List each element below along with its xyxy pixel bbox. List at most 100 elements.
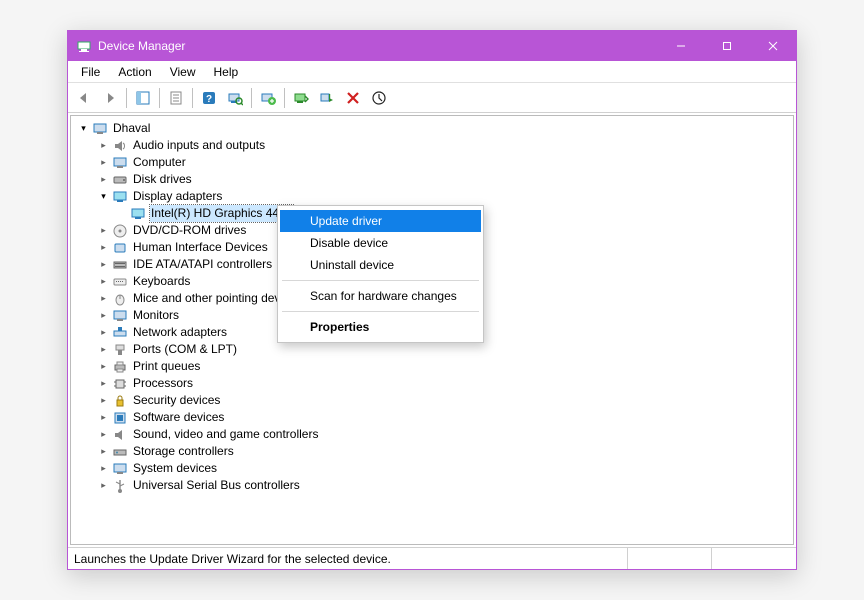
chevron-right-icon[interactable]: ▸ [97,326,110,339]
tree-item[interactable]: ▸ Security devices [73,392,791,409]
help-button[interactable]: ? [197,86,221,110]
tree-label: Monitors [132,307,180,324]
tree-item[interactable]: ▸ Storage controllers [73,443,791,460]
menu-action[interactable]: Action [109,63,160,81]
minimize-button[interactable] [658,31,704,61]
storage-icon [112,444,128,460]
ctx-scan-hardware[interactable]: Scan for hardware changes [280,285,481,307]
ctx-separator [282,280,479,281]
window-controls [658,31,796,61]
chevron-right-icon[interactable]: ▸ [97,377,110,390]
computer-icon [112,155,128,171]
tree-item[interactable]: ▸ Sound, video and game controllers [73,426,791,443]
forward-button[interactable] [98,86,122,110]
ports-icon [112,342,128,358]
close-button[interactable] [750,31,796,61]
chevron-right-icon[interactable]: ▸ [97,173,110,186]
display-adapter-icon [112,189,128,205]
chevron-right-icon[interactable]: ▸ [97,292,110,305]
ctx-update-driver[interactable]: Update driver [280,210,481,232]
tree-label: Human Interface Devices [132,239,269,256]
chevron-right-icon[interactable]: ▸ [97,156,110,169]
scan-hardware-button[interactable] [223,86,247,110]
tree-label: Network adapters [132,324,228,341]
tree-label: Dhaval [112,120,151,137]
tree-item[interactable]: ▸ Audio inputs and outputs [73,137,791,154]
ctx-properties[interactable]: Properties [280,316,481,338]
ctx-disable-device[interactable]: Disable device [280,232,481,254]
printer-icon [112,359,128,375]
show-hidden-devices-button[interactable] [367,86,391,110]
toolbar-separator [251,88,252,108]
disable-device-button[interactable] [315,86,339,110]
tree-label: IDE ATA/ATAPI controllers [132,256,273,273]
chevron-right-icon[interactable]: ▸ [97,139,110,152]
tree-label: Storage controllers [132,443,235,460]
tree-item[interactable]: ▸ Universal Serial Bus controllers [73,477,791,494]
processor-icon [112,376,128,392]
tree-label: Sound, video and game controllers [132,426,319,443]
tree-label: Ports (COM & LPT) [132,341,238,358]
tree-label: System devices [132,460,218,477]
hid-icon [112,240,128,256]
chevron-right-icon[interactable]: ▸ [97,479,110,492]
chevron-right-icon[interactable]: ▸ [97,445,110,458]
maximize-button[interactable] [704,31,750,61]
svg-text:?: ? [206,94,212,105]
chevron-right-icon[interactable]: ▸ [97,343,110,356]
ctx-uninstall-device[interactable]: Uninstall device [280,254,481,276]
disk-icon [112,172,128,188]
chevron-right-icon[interactable]: ▸ [97,241,110,254]
titlebar: Device Manager [68,31,796,61]
chevron-right-icon[interactable]: ▸ [97,258,110,271]
tree-item[interactable]: ▸ Ports (COM & LPT) [73,341,791,358]
tree-label: Universal Serial Bus controllers [132,477,301,494]
properties-button[interactable] [164,86,188,110]
software-device-icon [112,410,128,426]
dvd-icon [112,223,128,239]
tree-item-display-adapters[interactable]: ▾ Display adapters [73,188,791,205]
system-device-icon [112,461,128,477]
tree-item[interactable]: ▸ System devices [73,460,791,477]
tree-item[interactable]: ▸ Processors [73,375,791,392]
tree-item[interactable]: ▸ Disk drives [73,171,791,188]
tree-label: Display adapters [132,188,223,205]
menu-file[interactable]: File [72,63,109,81]
chevron-right-icon[interactable]: ▸ [97,360,110,373]
chevron-right-icon[interactable]: ▸ [97,394,110,407]
toolbar-separator [192,88,193,108]
menu-view[interactable]: View [161,63,205,81]
toolbar-separator [126,88,127,108]
tree-label: Processors [132,375,194,392]
usb-icon [112,478,128,494]
tree-item[interactable]: ▸ Software devices [73,409,791,426]
status-text: Launches the Update Driver Wizard for th… [68,548,628,569]
show-hide-tree-button[interactable] [131,86,155,110]
computer-icon [92,121,108,137]
back-button[interactable] [72,86,96,110]
chevron-right-icon[interactable]: ▸ [97,462,110,475]
chevron-down-icon[interactable]: ▾ [77,122,90,135]
toolbar-separator [159,88,160,108]
window-title: Device Manager [98,39,185,53]
tree-label: DVD/CD-ROM drives [132,222,247,239]
tree-label: Audio inputs and outputs [132,137,266,154]
tree-item[interactable]: ▸ Print queues [73,358,791,375]
device-tree[interactable]: ▾ Dhaval ▸ Audio inputs and outputs ▸ Co… [70,115,794,545]
chevron-down-icon[interactable]: ▾ [97,190,110,203]
chevron-right-icon[interactable]: ▸ [97,309,110,322]
chevron-right-icon[interactable]: ▸ [97,428,110,441]
update-driver-button[interactable] [289,86,313,110]
chevron-right-icon[interactable]: ▸ [97,275,110,288]
uninstall-device-button[interactable] [341,86,365,110]
menu-help[interactable]: Help [205,63,248,81]
audio-icon [112,138,128,154]
add-legacy-hardware-button[interactable] [256,86,280,110]
tree-label: Keyboards [132,273,191,290]
tree-label: Computer [132,154,187,171]
app-icon [76,38,92,54]
tree-root[interactable]: ▾ Dhaval [73,120,791,137]
chevron-right-icon[interactable]: ▸ [97,411,110,424]
tree-item[interactable]: ▸ Computer [73,154,791,171]
chevron-right-icon[interactable]: ▸ [97,224,110,237]
